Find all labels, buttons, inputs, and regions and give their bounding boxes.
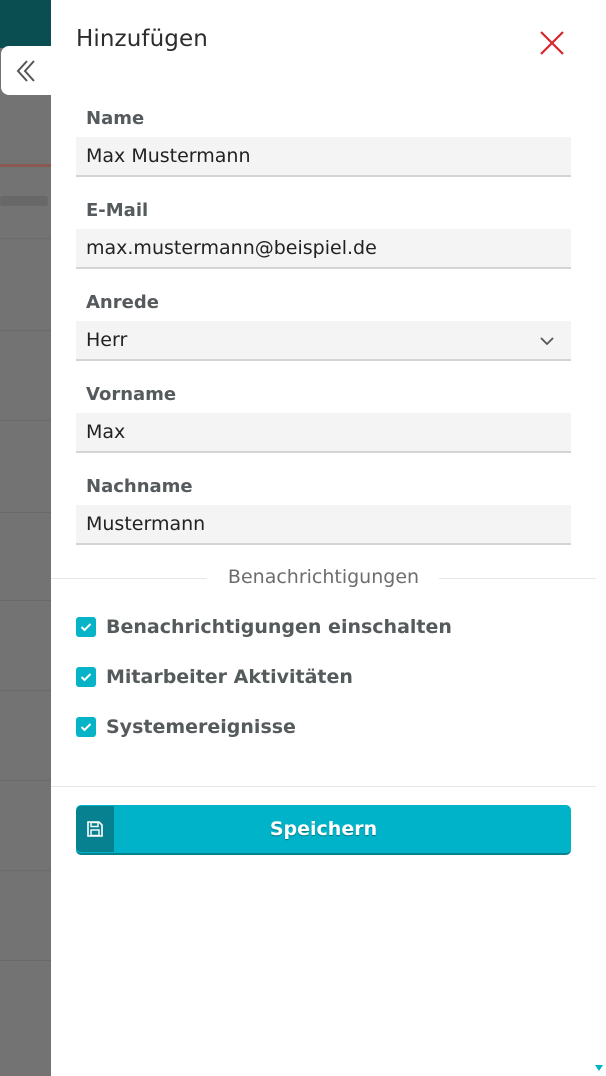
checkbox-checked[interactable] (76, 667, 96, 687)
name-label: Name (86, 108, 145, 129)
background-divider (0, 780, 51, 781)
collapse-drawer-button[interactable] (1, 46, 57, 95)
background-divider (0, 690, 51, 691)
email-label: E-Mail (86, 200, 149, 221)
salutation-label: Anrede (86, 292, 159, 313)
background-divider (0, 600, 51, 601)
first-name-label: Vorname (86, 384, 177, 405)
checkmark-icon (80, 673, 92, 682)
employee-activity-option[interactable]: Mitarbeiter Aktivitäten (76, 665, 353, 689)
save-button[interactable]: Speichern (76, 805, 571, 855)
close-button[interactable] (537, 28, 567, 58)
drawer-title: Hinzufügen (76, 26, 208, 52)
background-divider (0, 960, 51, 961)
checkbox-checked[interactable] (76, 617, 96, 637)
background-divider (0, 420, 51, 421)
background-divider (0, 238, 51, 239)
close-icon (540, 31, 564, 55)
footer-divider (51, 786, 596, 787)
checkmark-icon (80, 623, 92, 632)
background-text (0, 190, 51, 212)
email-input[interactable] (76, 237, 571, 259)
salutation-value: Herr (86, 329, 128, 351)
system-events-option[interactable]: Systemereignisse (76, 715, 296, 739)
background-divider (0, 512, 51, 513)
save-button-label: Speichern (269, 818, 378, 840)
last-name-field[interactable] (76, 505, 571, 545)
notifications-enable-option[interactable]: Benachrichtigungen einschalten (76, 615, 452, 639)
checkbox-label: Benachrichtigungen einschalten (106, 616, 452, 638)
background-divider (0, 870, 51, 871)
checkbox-checked[interactable] (76, 717, 96, 737)
chevron-down-icon (540, 337, 554, 346)
background-accent-line (0, 164, 51, 167)
scroll-down-arrow-icon[interactable] (594, 1064, 604, 1072)
checkbox-label: Mitarbeiter Aktivitäten (106, 666, 353, 688)
last-name-input[interactable] (76, 513, 571, 535)
name-field[interactable] (76, 137, 571, 177)
save-icon (87, 821, 103, 837)
salutation-select[interactable]: Herr (76, 321, 571, 361)
first-name-input[interactable] (76, 421, 571, 443)
save-icon-box (76, 806, 114, 852)
first-name-field[interactable] (76, 413, 571, 453)
checkmark-icon (80, 723, 92, 732)
notifications-section-title: Benachrichtigungen (227, 566, 420, 588)
email-field[interactable] (76, 229, 571, 269)
double-chevron-left-icon (16, 59, 35, 82)
name-input[interactable] (76, 145, 571, 167)
add-drawer: Hinzufügen Name E-Mail Anrede Herr Vorna… (51, 0, 606, 1076)
checkbox-label: Systemereignisse (106, 716, 296, 738)
background-divider (0, 330, 51, 331)
last-name-label: Nachname (86, 476, 193, 497)
